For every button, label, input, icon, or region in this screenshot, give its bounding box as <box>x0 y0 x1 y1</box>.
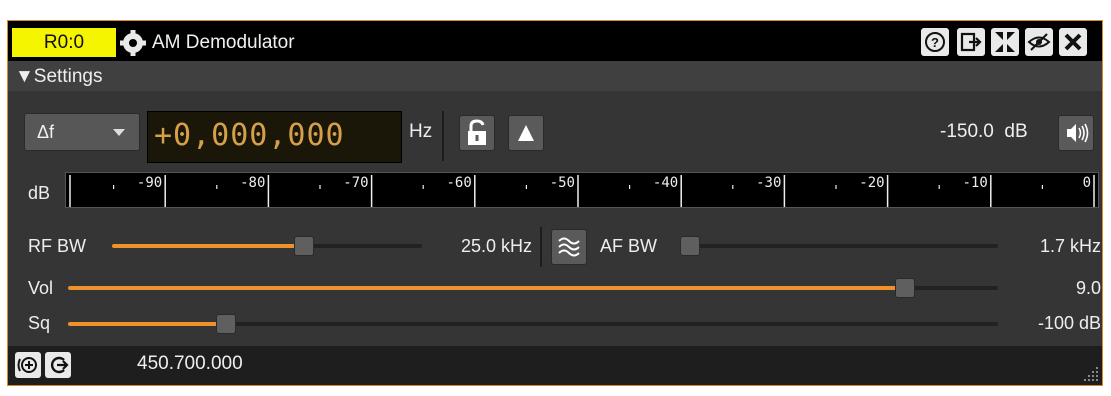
channel-badge[interactable]: R0:0 <box>12 28 116 57</box>
vol-fill <box>68 286 905 290</box>
meter-label: dB <box>28 183 51 203</box>
center-frequency: 450.700.000 <box>137 353 243 374</box>
frequency-unit: Hz <box>409 121 433 142</box>
vol-value: 9.0 <box>1075 278 1101 298</box>
af-bw-track[interactable] <box>680 244 998 248</box>
offset-frequency-dial[interactable]: +0,000,000 <box>147 111 402 163</box>
move-out-icon[interactable] <box>957 28 985 56</box>
filter-icon[interactable] <box>551 229 587 265</box>
af-bw-value: 1.7 kHz <box>1039 236 1101 256</box>
meter-tick-label: -20 <box>859 175 884 191</box>
help-icon[interactable]: ? <box>921 28 949 56</box>
vol-track[interactable] <box>68 286 998 290</box>
meter-tick-label: -50 <box>550 175 575 191</box>
offset-digits: +0,000,000 <box>154 118 345 153</box>
meter-tick-label: -80 <box>240 175 265 191</box>
meter-tick-label: -90 <box>137 175 162 191</box>
speaker-icon[interactable] <box>1058 115 1094 151</box>
hide-icon[interactable] <box>1025 28 1053 56</box>
settings-toggle[interactable]: ▼Settings <box>15 64 102 89</box>
svg-text:?: ? <box>931 35 939 50</box>
meter-tick-label: -60 <box>447 175 472 191</box>
sq-value: -100 dB <box>1037 313 1101 333</box>
level-meter: -90 -80 -70 -60 -50 -40 -30 -20 -10 0 <box>65 172 1099 208</box>
rf-bw-label: RF BW <box>28 236 86 256</box>
window-title: AM Demodulator <box>152 32 295 53</box>
sq-handle[interactable] <box>216 314 237 334</box>
rf-bw-track[interactable] <box>112 244 422 248</box>
lock-icon[interactable] <box>459 115 495 151</box>
divider <box>442 111 444 161</box>
channel-power: -150.0 dB <box>940 121 1028 142</box>
meter-scale: -90 -80 -70 -60 -50 -40 -30 -20 -10 0 <box>69 175 1095 207</box>
meter-tick-label: -70 <box>343 175 368 191</box>
af-bw-handle[interactable] <box>679 236 700 256</box>
sq-fill <box>68 322 227 326</box>
resize-grip-icon[interactable] <box>1083 366 1099 382</box>
chevron-down-icon <box>113 129 125 136</box>
meter-tick-label: 0 <box>1083 175 1091 191</box>
sq-label: Sq <box>28 313 51 333</box>
meter-tick-label: -30 <box>756 175 781 191</box>
target-icon[interactable] <box>15 352 41 378</box>
sq-track[interactable] <box>68 322 998 326</box>
close-icon[interactable] <box>1059 28 1087 56</box>
meter-tick-label: -10 <box>963 175 988 191</box>
peak-icon[interactable] <box>508 115 544 151</box>
rf-bw-value: 25.0 kHz <box>460 236 532 256</box>
gear-icon[interactable] <box>118 29 148 57</box>
rf-bw-fill <box>112 244 305 248</box>
delta-mode-value: Δf <box>37 122 55 142</box>
shrink-icon[interactable] <box>991 28 1019 56</box>
vol-label: Vol <box>28 278 54 298</box>
settings-header[interactable] <box>8 61 1102 91</box>
divider <box>540 227 542 267</box>
af-bw-label: AF BW <box>600 236 657 256</box>
relative-icon[interactable] <box>45 352 71 378</box>
vol-handle[interactable] <box>895 278 915 298</box>
rf-bw-handle[interactable] <box>294 236 315 256</box>
delta-mode-select[interactable]: Δf <box>24 113 140 151</box>
meter-tick-label: -40 <box>653 175 678 191</box>
